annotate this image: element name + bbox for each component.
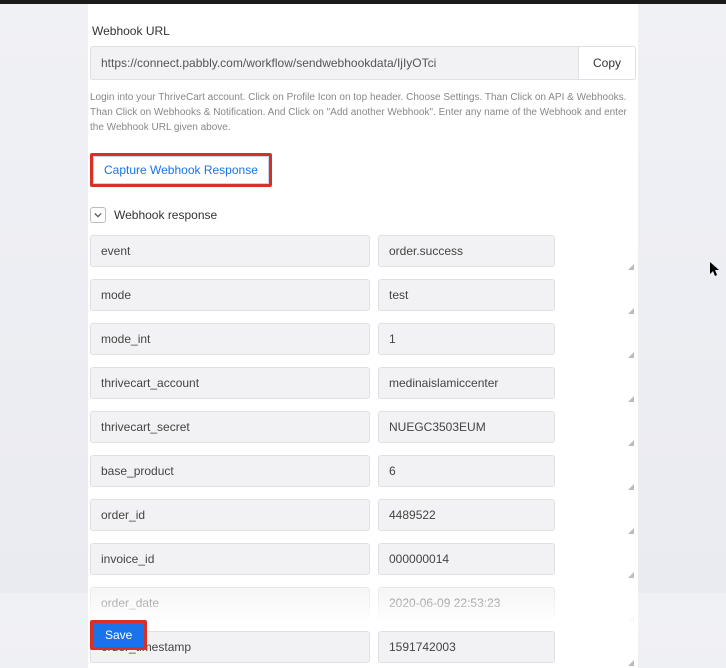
field-row	[90, 631, 636, 668]
field-value-wrap	[378, 543, 636, 580]
save-highlight: Save	[90, 620, 147, 650]
field-value-wrap	[378, 455, 636, 492]
resize-handle-icon	[626, 350, 634, 358]
copy-button[interactable]: Copy	[579, 46, 636, 80]
save-button[interactable]: Save	[93, 623, 144, 647]
field-value-input[interactable]	[378, 499, 555, 531]
main-panel: Webhook URL Copy Login into your ThriveC…	[88, 4, 638, 668]
field-value-input[interactable]	[378, 587, 555, 619]
response-fields-grid	[90, 235, 636, 668]
field-key-input[interactable]	[90, 235, 370, 267]
field-value-wrap	[378, 367, 636, 404]
resize-handle-icon	[626, 306, 634, 314]
field-value-input[interactable]	[378, 367, 555, 399]
field-key-input[interactable]	[90, 499, 370, 531]
chevron-down-icon	[94, 211, 102, 219]
field-value-wrap	[378, 279, 636, 316]
field-row	[90, 543, 636, 580]
field-value-input[interactable]	[378, 279, 555, 311]
resize-handle-icon	[626, 262, 634, 270]
field-value-wrap	[378, 631, 636, 668]
resize-handle-icon	[626, 438, 634, 446]
field-value-input[interactable]	[378, 323, 555, 355]
field-key-input[interactable]	[90, 323, 370, 355]
response-header: Webhook response	[90, 207, 636, 223]
capture-highlight: Capture Webhook Response	[90, 153, 272, 187]
response-title: Webhook response	[114, 208, 217, 222]
field-value-input[interactable]	[378, 631, 555, 663]
field-value-wrap	[378, 235, 636, 272]
field-row	[90, 235, 636, 272]
capture-webhook-button[interactable]: Capture Webhook Response	[93, 156, 269, 184]
field-row	[90, 367, 636, 404]
field-value-input[interactable]	[378, 543, 555, 575]
resize-handle-icon	[626, 570, 634, 578]
field-row	[90, 455, 636, 492]
field-key-input[interactable]	[90, 411, 370, 443]
resize-handle-icon	[626, 614, 634, 622]
webhook-help-text: Login into your ThriveCart account. Clic…	[90, 90, 636, 135]
field-row	[90, 279, 636, 316]
resize-handle-icon	[626, 526, 634, 534]
field-value-wrap	[378, 323, 636, 360]
webhook-url-label: Webhook URL	[90, 24, 636, 38]
field-value-input[interactable]	[378, 411, 555, 443]
field-value-wrap	[378, 411, 636, 448]
field-key-input[interactable]	[90, 455, 370, 487]
webhook-url-input[interactable]	[90, 46, 579, 80]
resize-handle-icon	[626, 394, 634, 402]
webhook-url-row: Copy	[90, 46, 636, 80]
field-key-input[interactable]	[90, 587, 370, 619]
field-value-input[interactable]	[378, 455, 555, 487]
field-row	[90, 411, 636, 448]
field-key-input[interactable]	[90, 543, 370, 575]
field-row	[90, 323, 636, 360]
resize-handle-icon	[626, 658, 634, 666]
field-row	[90, 499, 636, 536]
field-value-input[interactable]	[378, 235, 555, 267]
collapse-toggle[interactable]	[90, 207, 106, 223]
field-key-input[interactable]	[90, 367, 370, 399]
field-value-wrap	[378, 499, 636, 536]
resize-handle-icon	[626, 482, 634, 490]
field-key-input[interactable]	[90, 279, 370, 311]
